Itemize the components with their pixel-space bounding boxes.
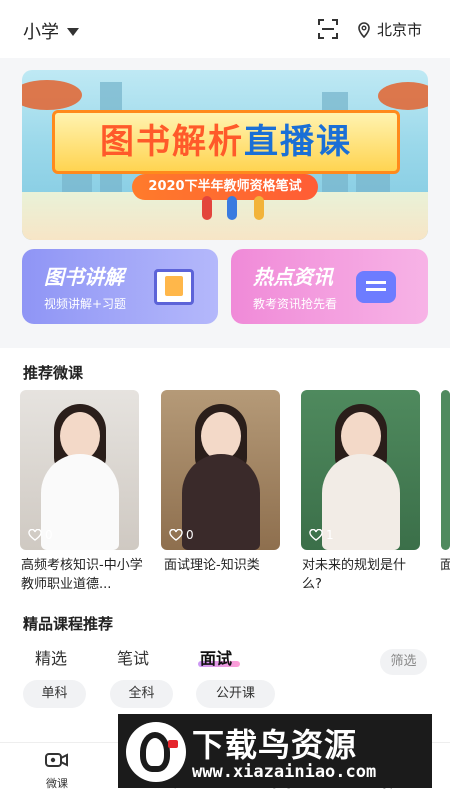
- banner-title-part2: 直播课: [244, 122, 352, 162]
- course-title[interactable]: 面: [440, 556, 450, 575]
- video-camera-icon: [45, 753, 68, 767]
- heart-icon: [28, 529, 42, 541]
- teacher-face: [200, 412, 241, 460]
- caret-down-icon: [67, 28, 79, 36]
- like-count-value: 0: [186, 528, 194, 542]
- banner-subtitle: 2020下半年教师资格笔试: [132, 174, 318, 200]
- kid-figure: [227, 196, 237, 220]
- teacher-face: [59, 412, 100, 460]
- heart-icon: [169, 529, 183, 541]
- like-count[interactable]: 0: [28, 528, 53, 542]
- like-count[interactable]: 0: [169, 528, 194, 542]
- watermark-logo: [126, 722, 186, 782]
- micro-courses-heading: 推荐微课: [23, 364, 84, 382]
- decor-cloud: [22, 80, 82, 110]
- course-thumbnail[interactable]: [441, 390, 450, 550]
- bird-icon: [140, 732, 170, 772]
- bird-beak: [168, 740, 178, 748]
- card-subtitle: 视频讲解+习题: [44, 297, 127, 311]
- premium-courses-heading: 精品课程推荐: [23, 615, 114, 633]
- location-pin-icon: [358, 21, 370, 38]
- course-title[interactable]: 面试理论-知识类: [164, 556, 286, 575]
- tab-interview[interactable]: 面试: [200, 645, 232, 669]
- city-label: 北京市: [377, 21, 423, 39]
- chip-open-course[interactable]: 公开课: [196, 680, 275, 708]
- course-thumbnail[interactable]: 1: [301, 390, 420, 550]
- nav-label: 微课: [46, 777, 68, 790]
- like-count[interactable]: 1: [309, 528, 334, 542]
- watermark: 下载鸟资源 www.xiazainiao.com: [118, 714, 432, 788]
- banner-title: 图书解析直播课: [52, 114, 400, 163]
- book-lecture-card[interactable]: 图书讲解 视频讲解+习题: [22, 249, 218, 324]
- level-label: 小学: [23, 22, 59, 43]
- tab-written-exam[interactable]: 笔试: [117, 645, 149, 669]
- card-title: 热点资讯: [253, 265, 333, 289]
- tab-selected[interactable]: 精选: [35, 645, 67, 669]
- filter-button[interactable]: 筛选: [380, 649, 427, 675]
- book-icon: [154, 269, 194, 305]
- kid-figure: [254, 196, 264, 220]
- heart-icon: [309, 529, 323, 541]
- banner-title-part1: 图书解析: [100, 122, 244, 162]
- decor-cloud: [378, 82, 428, 110]
- card-subtitle: 教考资讯抢先看: [253, 297, 338, 311]
- like-count-value: 1: [326, 528, 334, 542]
- watermark-url: www.xiazainiao.com: [192, 762, 377, 782]
- teacher-face: [340, 412, 381, 460]
- course-title[interactable]: 对未来的规划是什么?: [302, 556, 414, 594]
- like-count-value: 0: [45, 528, 53, 542]
- kid-figure: [202, 196, 212, 220]
- promo-banner[interactable]: 图书解析直播课 2020下半年教师资格笔试: [22, 70, 428, 240]
- hot-news-card[interactable]: 热点资讯 教考资讯抢先看: [231, 249, 428, 324]
- course-thumbnail[interactable]: 0: [20, 390, 139, 550]
- chip-all-subjects[interactable]: 全科: [110, 680, 173, 708]
- level-selector[interactable]: 小学: [23, 18, 79, 44]
- scan-icon[interactable]: [317, 18, 339, 40]
- nav-item-micro-course[interactable]: 微课: [12, 749, 102, 791]
- top-bar: 小学 北京市: [0, 0, 450, 58]
- city-selector[interactable]: 北京市: [357, 19, 422, 40]
- course-thumbnail[interactable]: 0: [161, 390, 280, 550]
- chip-single-subject[interactable]: 单科: [23, 680, 86, 708]
- tv-icon: [356, 271, 396, 303]
- watermark-brand: 下载鸟资源: [192, 726, 358, 764]
- course-title[interactable]: 高频考核知识-中小学教师职业道德...: [21, 556, 143, 594]
- card-title: 图书讲解: [44, 265, 124, 289]
